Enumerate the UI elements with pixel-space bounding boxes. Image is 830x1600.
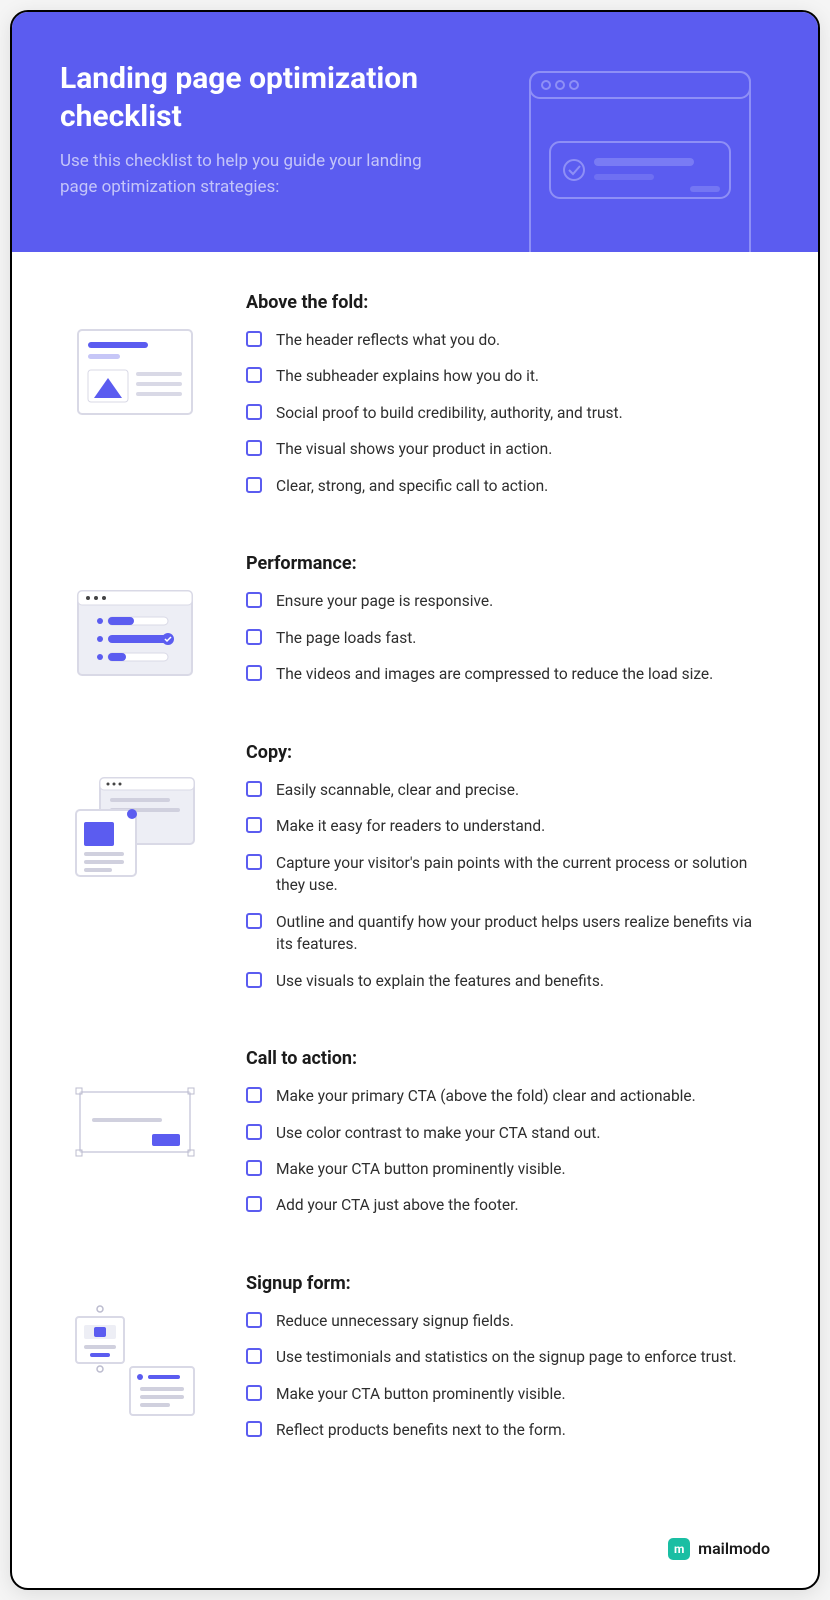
item-text: Social proof to build credibility, autho… [276,402,623,424]
checklist-item: Reduce unnecessary signup fields. [246,1310,770,1332]
item-text: Add your CTA just above the footer. [276,1194,519,1216]
content-area: Above the fold: The header reflects what… [12,252,818,1522]
checkbox-icon[interactable] [246,592,262,608]
item-text: Outline and quantify how your product he… [276,911,770,956]
checklist-item: Use visuals to explain the features and … [246,970,770,992]
page-title: Landing page optimization checklist [60,60,420,135]
checkbox-icon[interactable] [246,1312,262,1328]
checklist-item: Make your primary CTA (above the fold) c… [246,1085,770,1107]
section-performance: Performance: Ensure your page is respons… [60,553,770,699]
checkbox-icon[interactable] [246,1196,262,1212]
checkbox-icon[interactable] [246,1348,262,1364]
item-text: Clear, strong, and specific call to acti… [276,475,548,497]
item-text: Make it easy for readers to understand. [276,815,545,837]
section-title: Copy: [246,742,770,763]
signup-icon [60,1273,210,1456]
performance-icon [60,553,210,699]
checklist-item: The visual shows your product in action. [246,438,770,460]
checklist-item: Clear, strong, and specific call to acti… [246,475,770,497]
item-text: Ensure your page is responsive. [276,590,493,612]
item-text: The visual shows your product in action. [276,438,552,460]
item-text: The videos and images are compressed to … [276,663,713,685]
checklist-item: Use color contrast to make your CTA stan… [246,1122,770,1144]
mailmodo-logo-icon: m [668,1538,690,1560]
checkbox-icon[interactable] [246,1087,262,1103]
checkbox-icon[interactable] [246,972,262,988]
checkbox-icon[interactable] [246,629,262,645]
checklist-item: Make it easy for readers to understand. [246,815,770,837]
checkbox-icon[interactable] [246,331,262,347]
section-signup: Signup form: Reduce unnecessary signup f… [60,1273,770,1456]
page-subtitle: Use this checklist to help you guide you… [60,149,440,200]
section-cta: Call to action: Make your primary CTA (a… [60,1048,770,1231]
checkbox-icon[interactable] [246,1160,262,1176]
footer: m mailmodo [12,1522,818,1588]
checklist-item: Capture your visitor's pain points with … [246,852,770,897]
item-text: Reflect products benefits next to the fo… [276,1419,566,1441]
checkbox-icon[interactable] [246,817,262,833]
item-text: Easily scannable, clear and precise. [276,779,519,801]
checkbox-icon[interactable] [246,1421,262,1437]
section-above-the-fold: Above the fold: The header reflects what… [60,292,770,511]
item-text: Use visuals to explain the features and … [276,970,604,992]
section-copy: Copy: Easily scannable, clear and precis… [60,742,770,1006]
checklist-item: The videos and images are compressed to … [246,663,770,685]
item-text: Capture your visitor's pain points with … [276,852,770,897]
item-text: Make your primary CTA (above the fold) c… [276,1085,696,1107]
checkbox-icon[interactable] [246,440,262,456]
checklist-item: Reflect products benefits next to the fo… [246,1419,770,1441]
item-text: Reduce unnecessary signup fields. [276,1310,514,1332]
checklist-item: Social proof to build credibility, autho… [246,402,770,424]
checkbox-icon[interactable] [246,367,262,383]
checkbox-icon[interactable] [246,404,262,420]
brand-name: mailmodo [698,1539,770,1558]
checkbox-icon[interactable] [246,477,262,493]
checkbox-icon[interactable] [246,913,262,929]
checklist-item: Easily scannable, clear and precise. [246,779,770,801]
item-text: Make your CTA button prominently visible… [276,1383,566,1405]
item-text: The subheader explains how you do it. [276,365,539,387]
section-title: Signup form: [246,1273,770,1294]
checkbox-icon[interactable] [246,665,262,681]
checklist-item: Make your CTA button prominently visible… [246,1158,770,1180]
section-title: Performance: [246,553,770,574]
section-title: Call to action: [246,1048,770,1069]
above-fold-icon [60,292,210,511]
item-text: The header reflects what you do. [276,329,500,351]
checklist-item: Ensure your page is responsive. [246,590,770,612]
item-text: Make your CTA button prominently visible… [276,1158,566,1180]
item-text: Use color contrast to make your CTA stan… [276,1122,600,1144]
hero-browser-icon [510,62,770,252]
copy-icon [60,742,210,1006]
checkbox-icon[interactable] [246,781,262,797]
item-text: The page loads fast. [276,627,416,649]
checklist-item: Outline and quantify how your product he… [246,911,770,956]
checklist-item: Add your CTA just above the footer. [246,1194,770,1216]
checklist-item: The page loads fast. [246,627,770,649]
checklist-item: The header reflects what you do. [246,329,770,351]
cta-icon [60,1048,210,1231]
item-text: Use testimonials and statistics on the s… [276,1346,737,1368]
checklist-item: Use testimonials and statistics on the s… [246,1346,770,1368]
checklist-item: The subheader explains how you do it. [246,365,770,387]
section-title: Above the fold: [246,292,770,313]
checklist-card: Landing page optimization checklist Use … [10,10,820,1590]
checkbox-icon[interactable] [246,1124,262,1140]
hero-section: Landing page optimization checklist Use … [12,12,818,252]
checkbox-icon[interactable] [246,854,262,870]
checkbox-icon[interactable] [246,1385,262,1401]
checklist-item: Make your CTA button prominently visible… [246,1383,770,1405]
